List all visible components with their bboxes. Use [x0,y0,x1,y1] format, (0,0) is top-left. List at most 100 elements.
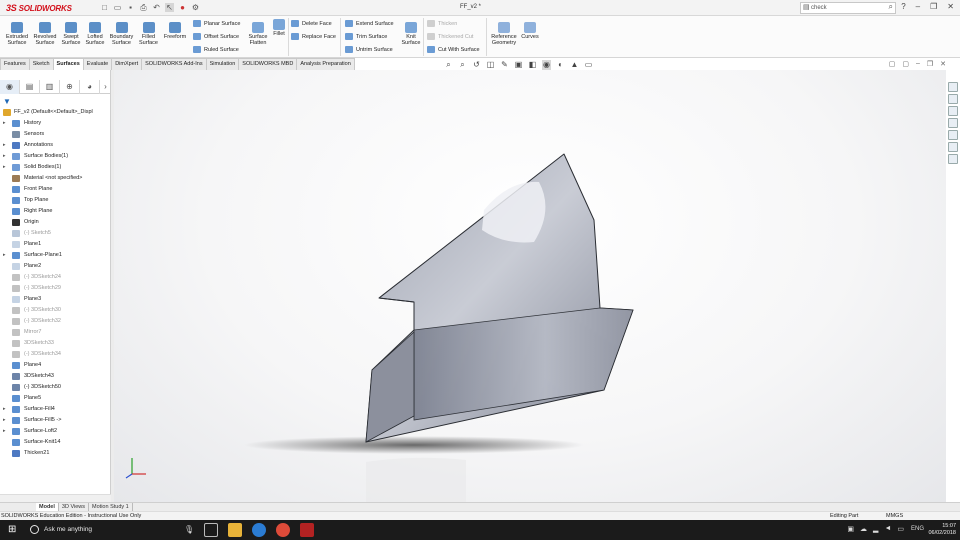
tile-viewport-icon[interactable]: ▢ [902,60,909,68]
open-folder-icon[interactable]: ▭ [113,3,122,12]
panel-tab-arrow-icon[interactable]: › [100,80,111,94]
chrome-browser-icon[interactable] [276,523,290,537]
lofted-surface-button[interactable]: Lofted Surface [83,22,107,46]
curves-button[interactable]: Curves [519,22,541,40]
tree-item-plane2[interactable]: Plane2 [0,261,111,272]
tree-item-annotations[interactable]: ▸ Annotations [0,140,111,151]
expand-arrow-icon[interactable]: ▸ [3,426,6,437]
print-icon[interactable]: ⎙ [139,3,148,12]
custom-properties-icon[interactable] [948,142,958,152]
network-icon[interactable]: ▂ [873,525,878,533]
tree-item-surface-knit14[interactable]: Surface-Knit14 [0,437,111,448]
tab-sketch[interactable]: Sketch [28,58,54,70]
search-input[interactable]: ▤ check ⌕ [800,2,896,14]
zoom-to-area-icon[interactable]: ⌕ [458,60,467,70]
ruled-surface-button[interactable]: Ruled Surface [193,46,239,53]
tree-item-3dsketch32[interactable]: (-) 3DSketch32 [0,316,111,327]
units-selector[interactable]: MMGS [886,512,903,520]
minimize-icon[interactable]: – [916,2,920,11]
tree-item-surface-plane1[interactable]: ▸ Surface-Plane1 [0,250,111,261]
tree-item-top-plane[interactable]: Top Plane [0,195,111,206]
solidworks-resources-icon[interactable] [948,82,958,92]
tree-item-3dsketch50[interactable]: (-) 3DSketch50 [0,382,111,393]
select-pointer-icon[interactable]: ↖ [165,3,174,12]
zoom-to-fit-icon[interactable]: ⌕ [444,60,453,70]
volume-icon[interactable]: ◄ [884,525,891,533]
traffic-light-icon[interactable]: ● [178,3,187,12]
tree-item-sensors[interactable]: Sensors [0,129,111,140]
freeform-button[interactable]: Freeform [161,22,189,40]
tree-item-3dsketch33[interactable]: 3DSketch33 [0,338,111,349]
file-explorer-icon[interactable] [948,106,958,116]
onedrive-icon[interactable]: ☁ [860,525,867,533]
apply-scene-icon[interactable]: ▲ [570,60,579,70]
filled-surface-button[interactable]: Filled Surface [136,22,161,46]
previous-view-icon[interactable]: ↺ [472,60,481,70]
action-center-icon[interactable]: ▭ [897,525,904,533]
thickened-cut-button[interactable]: Thickened Cut [427,33,473,40]
input-language[interactable]: ENG [911,526,924,532]
tree-item-history[interactable]: ▸ History [0,118,111,129]
tree-item-3dsketch30[interactable]: (-) 3DSketch30 [0,305,111,316]
untrim-surface-button[interactable]: Untrim Surface [345,46,393,53]
view-palette-icon[interactable] [948,118,958,128]
display-manager-tab-icon[interactable]: ◕ [80,80,100,94]
expand-arrow-icon[interactable]: ▸ [3,151,6,162]
cortana-search-box[interactable]: Ask me anything [26,524,176,536]
options-gear-icon[interactable]: ⚙ [191,3,200,12]
graphics-area[interactable] [114,70,946,502]
tree-item-plane5[interactable]: Plane5 [0,393,111,404]
replace-face-button[interactable]: Replace Face [291,33,336,40]
expand-arrow-icon[interactable]: ▸ [3,415,6,426]
tree-item-sketch5[interactable]: (-) Sketch5 [0,228,111,239]
tab-analysis-preparation[interactable]: Analysis Preparation [296,58,355,70]
expand-arrow-icon[interactable]: ▸ [3,118,6,129]
tree-item-surface-fill4[interactable]: ▸ Surface-Fill4 [0,404,111,415]
windows-start-icon[interactable]: ⊞ [8,525,18,535]
tree-item-plane1[interactable]: Plane1 [0,239,111,250]
view-orientation-icon[interactable]: ▣ [514,60,523,70]
planar-surface-button[interactable]: Planar Surface [193,20,240,27]
boundary-surface-button[interactable]: Boundary Surface [107,22,136,46]
undo-icon[interactable]: ↶ [152,3,161,12]
viewport-close-icon[interactable]: ✕ [940,60,946,68]
tree-item-right-plane[interactable]: Right Plane [0,206,111,217]
tray-app-icon[interactable]: ▣ [847,525,854,533]
section-view-icon[interactable]: ◫ [486,60,495,70]
tree-item-front-plane[interactable]: Front Plane [0,184,111,195]
tree-item-solid-bodies-1[interactable]: ▸ Solid Bodies(1) [0,162,111,173]
tree-item-3dsketch43[interactable]: 3DSketch43 [0,371,111,382]
thicken-button[interactable]: Thicken [427,20,457,27]
tab-3d-views[interactable]: 3D Views [59,503,90,511]
appearances-icon[interactable] [948,130,958,140]
display-style-icon[interactable]: ◧ [528,60,537,70]
reference-geometry-button[interactable]: Reference Geometry [489,22,519,46]
restore-icon[interactable]: ❐ [930,2,937,11]
offset-surface-button[interactable]: Offset Surface [193,33,239,40]
help-icon[interactable]: ? [901,2,905,11]
expand-arrow-icon[interactable]: ▸ [3,162,6,173]
taskbar-clock[interactable]: 15:07 06/02/2018 [928,523,956,537]
microphone-icon[interactable]: 🎙 [184,525,194,534]
tab-evaluate[interactable]: Evaluate [82,58,113,70]
tab-solidworks-add-ins[interactable]: SOLIDWORKS Add-Ins [141,58,207,70]
search-icon[interactable]: ⌕ [889,2,893,12]
tree-item-3dsketch24[interactable]: (-) 3DSketch24 [0,272,111,283]
tree-item-3dsketch34[interactable]: (-) 3DSketch34 [0,349,111,360]
tab-model[interactable]: Model [36,503,59,511]
tree-item-surface-fill5[interactable]: ▸ Surface-Fill5 -> [0,415,111,426]
tree-item-plane3[interactable]: Plane3 [0,294,111,305]
dynamic-annotation-icon[interactable]: ✎ [500,60,509,70]
revolved-surface-button[interactable]: Revolved Surface [31,22,59,46]
tree-item-origin[interactable]: Origin [0,217,111,228]
design-library-icon[interactable] [948,94,958,104]
model-canvas[interactable] [114,70,946,502]
trim-surface-button[interactable]: Trim Surface [345,33,387,40]
surface-model[interactable] [365,153,634,443]
horizontal-scrollbar[interactable] [0,494,111,502]
delete-face-button[interactable]: Delete Face [291,20,332,27]
property-manager-tab-icon[interactable]: ▤ [20,80,40,94]
tree-item-plane4[interactable]: Plane4 [0,360,111,371]
expand-arrow-icon[interactable]: ▸ [3,404,6,415]
expand-viewport-icon[interactable]: ▢ [889,60,896,68]
